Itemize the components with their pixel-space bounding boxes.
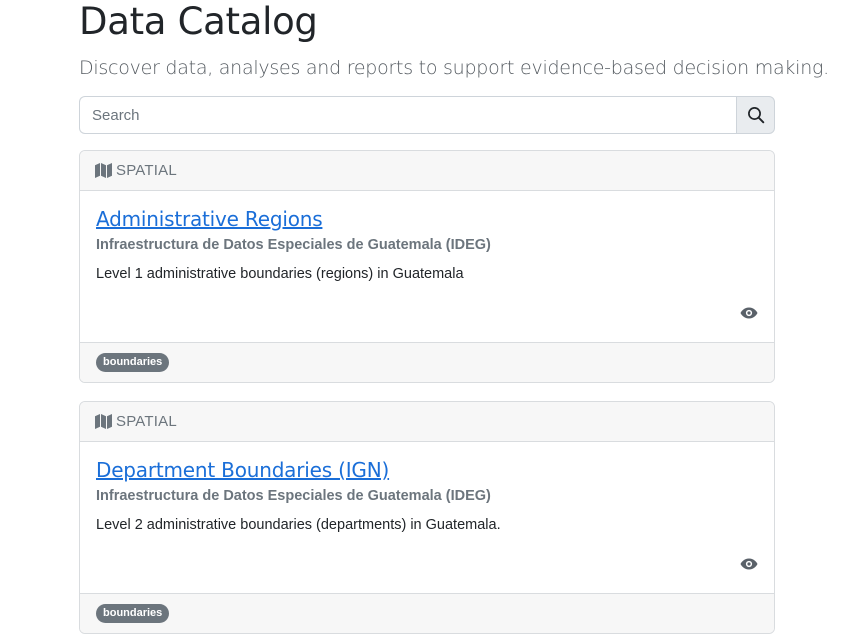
search-icon [747,106,765,124]
card-organization: Infraestructura de Datos Especiales de G… [96,237,491,253]
map-icon [95,414,112,429]
result-card: SPATIAL Department Boundaries (IGN) Infr… [79,401,775,634]
card-title-link[interactable]: Administrative Regions [96,207,323,231]
card-type-label: SPATIAL [116,413,177,430]
card-footer: boundaries [80,342,774,382]
tag-badge[interactable]: boundaries [96,604,170,623]
search-input[interactable] [79,96,736,134]
page-lead: Discover data, analyses and reports to s… [79,57,829,79]
card-header: SPATIAL [80,151,774,191]
card-organization: Infraestructura de Datos Especiales de G… [96,488,491,504]
card-body: Department Boundaries (IGN) Infraestruct… [80,442,774,593]
search-button[interactable] [736,96,775,134]
eye-icon[interactable] [740,307,758,319]
card-header: SPATIAL [80,402,774,442]
page-title: Data Catalog [79,0,318,43]
map-icon [95,163,112,178]
card-description: Level 1 administrative boundaries (regio… [96,266,464,282]
search-group [79,96,775,134]
card-body: Administrative Regions Infraestructura d… [80,191,774,342]
card-title-link[interactable]: Department Boundaries (IGN) [96,458,389,482]
result-card: SPATIAL Administrative Regions Infraestr… [79,150,775,383]
tag-badge[interactable]: boundaries [96,353,170,372]
card-type-label: SPATIAL [116,162,177,179]
card-footer: boundaries [80,593,774,633]
card-description: Level 2 administrative boundaries (depar… [96,517,501,533]
eye-icon[interactable] [740,558,758,570]
